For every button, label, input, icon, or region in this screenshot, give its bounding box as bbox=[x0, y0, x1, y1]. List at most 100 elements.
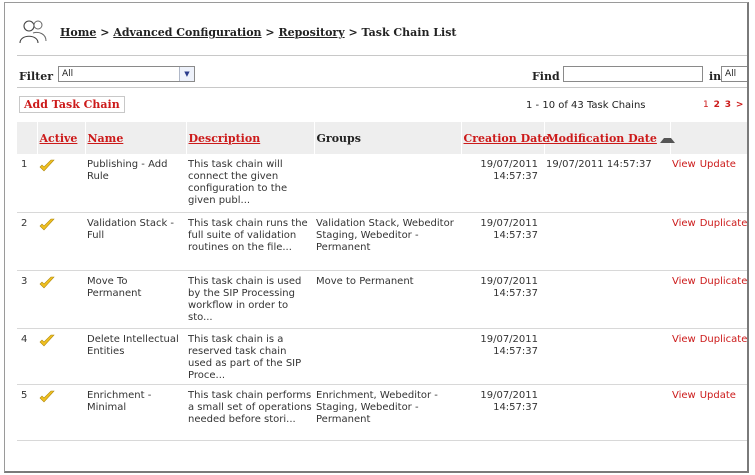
row-number: 5 bbox=[17, 384, 37, 441]
table-header-row: Active Name Description Groups Creation … bbox=[17, 122, 747, 154]
row-number: 2 bbox=[17, 212, 37, 271]
view-link[interactable]: View bbox=[672, 218, 696, 229]
modification-date bbox=[544, 212, 670, 271]
column-header-modification-date[interactable]: Modification Date bbox=[544, 122, 675, 154]
find-in-select[interactable]: All bbox=[721, 66, 747, 82]
task-chain-groups bbox=[314, 328, 461, 385]
divider bbox=[17, 87, 747, 88]
task-chain-groups: Validation Stack, Webeditor Staging, Web… bbox=[314, 212, 461, 271]
duplicate-link[interactable]: Duplicate bbox=[700, 334, 747, 345]
column-header-number bbox=[17, 122, 38, 154]
active-cell bbox=[37, 328, 85, 385]
row-number: 1 bbox=[17, 154, 37, 213]
row-actions: View Duplicate bbox=[670, 270, 747, 329]
active-cell bbox=[37, 270, 85, 329]
creation-date: 19/07/2011 14:57:37 bbox=[461, 384, 544, 441]
task-chain-description: This task chain runs the full suite of v… bbox=[186, 212, 314, 271]
pagination-page-3[interactable]: 3 bbox=[725, 100, 731, 110]
modification-date bbox=[544, 270, 670, 329]
column-header-creation-date[interactable]: Creation Date bbox=[461, 122, 549, 154]
table-row: 4 Delete Intellectual Entities This task… bbox=[17, 328, 747, 385]
update-link[interactable]: Update bbox=[700, 390, 736, 401]
table-row: 5 Enrichment - Minimal This task chain p… bbox=[17, 384, 747, 441]
task-chain-groups: Move to Permanent bbox=[314, 270, 461, 329]
filter-label: Filter bbox=[19, 70, 54, 83]
task-chain-description: This task chain performs a small set of … bbox=[186, 384, 314, 441]
result-count: 1 - 10 of 43 Task Chains bbox=[526, 100, 646, 111]
creation-date: 19/07/2011 14:57:37 bbox=[461, 270, 544, 329]
pagination-current-page: 1 bbox=[703, 100, 709, 110]
pagination-next[interactable]: > bbox=[736, 100, 744, 110]
active-cell bbox=[37, 154, 85, 213]
divider bbox=[17, 55, 747, 56]
task-chain-description: This task chain is used by the SIP Proce… bbox=[186, 270, 314, 329]
breadcrumb-link-repository[interactable]: Repository bbox=[278, 26, 344, 39]
task-chain-name: Enrichment - Minimal bbox=[85, 384, 186, 441]
breadcrumb-trail: Home > Advanced Configuration > Reposito… bbox=[60, 26, 457, 39]
column-header-modification-date-label: Modification Date bbox=[546, 131, 657, 145]
chevron-down-icon[interactable]: ▼ bbox=[179, 67, 194, 81]
task-chain-groups bbox=[314, 154, 461, 213]
update-link[interactable]: Update bbox=[700, 159, 736, 170]
view-link[interactable]: View bbox=[672, 276, 696, 287]
column-header-active[interactable]: Active bbox=[37, 122, 86, 154]
task-chain-description: This task chain will connect the given c… bbox=[186, 154, 314, 213]
breadcrumb-separator: > bbox=[265, 26, 275, 39]
breadcrumb-link-advanced-configuration[interactable]: Advanced Configuration bbox=[113, 26, 261, 39]
pagination-page-2[interactable]: 2 bbox=[714, 100, 720, 110]
check-icon bbox=[39, 334, 55, 346]
duplicate-link[interactable]: Duplicate bbox=[700, 218, 747, 229]
table-row: 3 Move To Permanent This task chain is u… bbox=[17, 270, 747, 329]
table-row: 2 Validation Stack - Full This task chai… bbox=[17, 212, 747, 271]
row-actions: View Duplicate bbox=[670, 328, 747, 385]
task-chain-description: This task chain is a reserved task chain… bbox=[186, 328, 314, 385]
duplicate-link[interactable]: Duplicate bbox=[700, 276, 747, 287]
creation-date: 19/07/2011 14:57:37 bbox=[461, 154, 544, 213]
creation-date: 19/07/2011 14:57:37 bbox=[461, 212, 544, 271]
task-chain-name: Validation Stack - Full bbox=[85, 212, 186, 271]
row-actions: View Duplicate bbox=[670, 212, 747, 271]
sort-ascending-icon[interactable] bbox=[659, 134, 675, 143]
row-number: 4 bbox=[17, 328, 37, 385]
row-actions: View Update bbox=[670, 384, 747, 441]
check-icon bbox=[39, 218, 55, 230]
breadcrumb-separator: > bbox=[348, 26, 358, 39]
find-input[interactable] bbox=[563, 66, 703, 82]
check-icon bbox=[39, 390, 55, 402]
column-header-description[interactable]: Description bbox=[186, 122, 315, 154]
filter-select[interactable]: All ▼ bbox=[58, 66, 195, 82]
check-icon bbox=[39, 159, 55, 172]
filter-select-value: All bbox=[62, 69, 74, 79]
breadcrumb: Home > Advanced Configuration > Reposito… bbox=[17, 19, 737, 45]
check-icon bbox=[39, 276, 55, 288]
column-header-name[interactable]: Name bbox=[85, 122, 187, 154]
modification-date bbox=[544, 384, 670, 441]
task-chain-groups: Enrichment, Webeditor - Staging, Webedit… bbox=[314, 384, 461, 441]
task-chain-name: Publishing - Add Rule bbox=[85, 154, 186, 213]
task-chain-list-panel: Home > Advanced Configuration > Reposito… bbox=[4, 2, 749, 473]
column-header-actions bbox=[670, 122, 747, 154]
view-link[interactable]: View bbox=[672, 390, 696, 401]
modification-date: 19/07/2011 14:57:37 bbox=[544, 154, 670, 213]
row-actions: View Update bbox=[670, 154, 747, 213]
table-row: 1 Publishing - Add Rule This task chain … bbox=[17, 154, 747, 213]
creation-date: 19/07/2011 14:57:37 bbox=[461, 328, 544, 385]
view-link[interactable]: View bbox=[672, 334, 696, 345]
column-header-groups: Groups bbox=[314, 122, 462, 154]
task-chain-table: Active Name Description Groups Creation … bbox=[17, 122, 747, 441]
find-in-label: in bbox=[709, 70, 722, 83]
row-number: 3 bbox=[17, 270, 37, 329]
find-label: Find bbox=[532, 70, 560, 83]
add-task-chain-button[interactable]: Add Task Chain bbox=[19, 96, 125, 113]
breadcrumb-link-home[interactable]: Home bbox=[60, 26, 96, 39]
task-chain-name: Move To Permanent bbox=[85, 270, 186, 329]
active-cell bbox=[37, 384, 85, 441]
users-icon bbox=[17, 19, 49, 45]
breadcrumb-current: Task Chain List bbox=[361, 26, 457, 39]
modification-date bbox=[544, 328, 670, 385]
task-chain-name: Delete Intellectual Entities bbox=[85, 328, 186, 385]
pagination: 1 2 3 > bbox=[703, 100, 743, 110]
breadcrumb-separator: > bbox=[100, 26, 110, 39]
active-cell bbox=[37, 212, 85, 271]
view-link[interactable]: View bbox=[672, 159, 696, 170]
